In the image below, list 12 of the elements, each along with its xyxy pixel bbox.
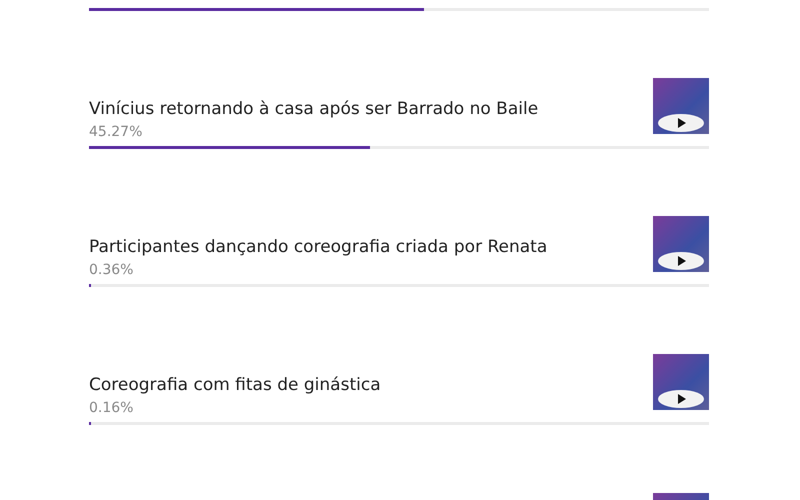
vote-percentage: 45.27% xyxy=(89,123,144,142)
option-title: Participantes dançando coreografia criada por Renata xyxy=(89,236,548,259)
video-thumbnail[interactable] xyxy=(653,78,709,134)
play-icon xyxy=(658,390,704,408)
video-thumbnail[interactable] xyxy=(653,216,709,272)
option-title: Vinícius retornando à casa após ser Barrado no Baile xyxy=(89,98,538,121)
vote-percentage: 0.36% xyxy=(89,261,134,280)
option-title: Coreografia com fitas de ginástica xyxy=(89,374,381,397)
vote-percentage: 0.16% xyxy=(89,399,134,418)
video-thumbnail[interactable] xyxy=(653,354,709,410)
play-icon xyxy=(658,114,704,132)
play-icon xyxy=(658,252,704,270)
